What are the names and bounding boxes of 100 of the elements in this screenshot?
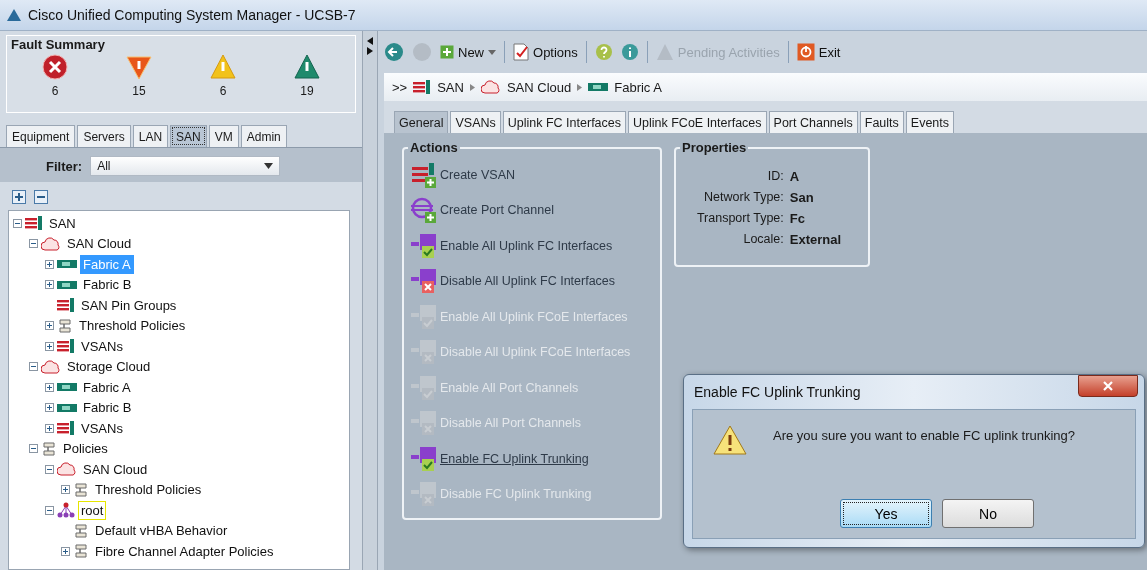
action-link[interactable]: Enable FC Uplink Trunking (440, 451, 589, 466)
content-tab[interactable]: Uplink FCoE Interfaces (628, 111, 767, 133)
disable-disabled-icon (410, 338, 438, 367)
filter-label: Filter: (46, 158, 83, 174)
switch-icon (57, 382, 77, 393)
tree-item[interactable]: VSANs (78, 336, 126, 356)
breadcrumb-link[interactable]: Fabric A (614, 79, 662, 95)
new-button[interactable]: New (440, 44, 496, 60)
content-tab[interactable]: General (394, 111, 449, 133)
tree-item[interactable]: SAN Cloud (80, 459, 151, 479)
expand-toggle[interactable] (45, 403, 54, 413)
nav-tab[interactable]: LAN (132, 125, 169, 147)
close-button[interactable] (1078, 375, 1138, 397)
content-tab[interactable]: Events (905, 111, 955, 133)
tree-item[interactable]: Fabric B (80, 275, 135, 295)
expand-toggle[interactable] (45, 423, 54, 433)
breadcrumb-link[interactable]: SAN Cloud (506, 79, 572, 95)
info-button[interactable] (620, 43, 639, 61)
back-icon (384, 42, 404, 62)
storage-icon (413, 80, 432, 94)
storage-icon (57, 421, 75, 436)
exit-icon (796, 43, 815, 61)
tree-item[interactable]: SAN (46, 213, 79, 233)
tree-item[interactable]: Default vHBA Behavior (92, 521, 231, 541)
tree-item[interactable]: Threshold Policies (76, 316, 189, 336)
property-value: San (789, 190, 815, 205)
help-icon (594, 43, 613, 61)
nav-tab[interactable]: VM (208, 125, 239, 147)
storage-icon (57, 339, 75, 354)
content-tab[interactable]: VSANs (450, 111, 501, 133)
expand-toggle[interactable] (45, 259, 54, 269)
tree-item[interactable]: VSANs (78, 418, 126, 438)
app-icon (6, 8, 22, 22)
fault-count: 19 (300, 84, 314, 98)
tree-item[interactable]: Threshold Policies (92, 480, 205, 500)
window-title: Cisco Unified Computing System Manager - UCSB-7 (28, 7, 356, 23)
property-label: Network Type: (703, 190, 784, 205)
dialog-button[interactable]: No (942, 499, 1034, 528)
collapse-toggle[interactable] (29, 444, 38, 454)
tree-item[interactable]: Fabric B (80, 398, 135, 418)
tree-item[interactable]: Policies (60, 439, 111, 459)
property-label: Transport Type: (695, 211, 784, 226)
collapse-toggle[interactable] (13, 218, 22, 228)
action-link[interactable]: Disable All Uplink FC Interfaces (440, 274, 616, 289)
dialog-button[interactable]: Yes (840, 499, 932, 528)
property-value: Fc (789, 211, 806, 226)
tree-item[interactable]: Fabric A (80, 377, 134, 397)
expand-toggle[interactable] (61, 546, 70, 556)
disable-disabled-icon (410, 480, 438, 509)
close-icon (1103, 381, 1113, 391)
storage-icon (57, 298, 75, 313)
tree-item[interactable]: SAN Cloud (64, 234, 135, 254)
tree-item[interactable]: SAN Pin Groups (78, 295, 180, 315)
major-icon (125, 53, 153, 81)
cloud-icon (41, 359, 61, 374)
action-link[interactable]: Create Port Channel (440, 203, 554, 218)
filter-dropdown[interactable]: All (90, 156, 281, 176)
collapse-toggle[interactable] (29, 239, 38, 249)
property-label: Locale: (742, 232, 784, 247)
dialog-message: Are you sure you want to enable FC uplink trunking? (773, 428, 1076, 443)
action-link[interactable]: Enable All Uplink FC Interfaces (440, 238, 613, 253)
content-tab[interactable]: Uplink FC Interfaces (502, 111, 626, 133)
property-value: A (789, 169, 801, 184)
expand-toggle[interactable] (61, 485, 70, 495)
panel-title: Fault Summary (10, 36, 106, 53)
tree-item[interactable]: root (78, 500, 107, 520)
document-check-icon (513, 43, 529, 61)
exit-button[interactable]: Exit (796, 43, 841, 61)
hierarchy-icon (57, 502, 75, 519)
tree-item[interactable]: Fibre Channel Adapter Policies (92, 541, 277, 561)
fault-count: 6 (219, 84, 227, 98)
panel-title: Actions (408, 140, 460, 155)
fault-count: 15 (132, 84, 146, 98)
content-tab[interactable]: Port Channels (768, 111, 858, 133)
content-tab[interactable]: Faults (859, 111, 904, 133)
property-value: External (789, 232, 843, 247)
nav-tab[interactable]: Admin (240, 125, 287, 147)
collapse-toggle[interactable] (45, 464, 54, 474)
expand-toggle[interactable] (45, 321, 54, 331)
minor-icon (209, 53, 237, 81)
tree-item[interactable]: Storage Cloud (64, 357, 154, 377)
cloud-icon (480, 80, 501, 94)
expand-toggle[interactable] (45, 382, 54, 392)
expand-toggle[interactable] (45, 341, 54, 351)
breadcrumb-link[interactable]: SAN (437, 79, 464, 95)
dialog-title: Enable FC Uplink Trunking (694, 384, 861, 400)
nav-tab[interactable]: Equipment (6, 125, 76, 147)
options-button[interactable]: Options (513, 43, 578, 61)
enable-disabled-icon (410, 302, 438, 331)
expand-right-icon[interactable] (367, 47, 373, 55)
switch-icon (57, 259, 77, 270)
nav-tab[interactable]: Servers (77, 125, 131, 147)
back-button[interactable] (384, 42, 404, 62)
warning-icon (713, 424, 747, 456)
nav-tab[interactable]: SAN (170, 125, 207, 147)
expand-toggle[interactable] (45, 280, 54, 290)
action-link[interactable]: Create VSAN (440, 167, 516, 182)
collapse-toggle[interactable] (29, 362, 38, 372)
collapse-left-icon[interactable] (367, 37, 373, 45)
collapse-toggle[interactable] (45, 505, 54, 515)
